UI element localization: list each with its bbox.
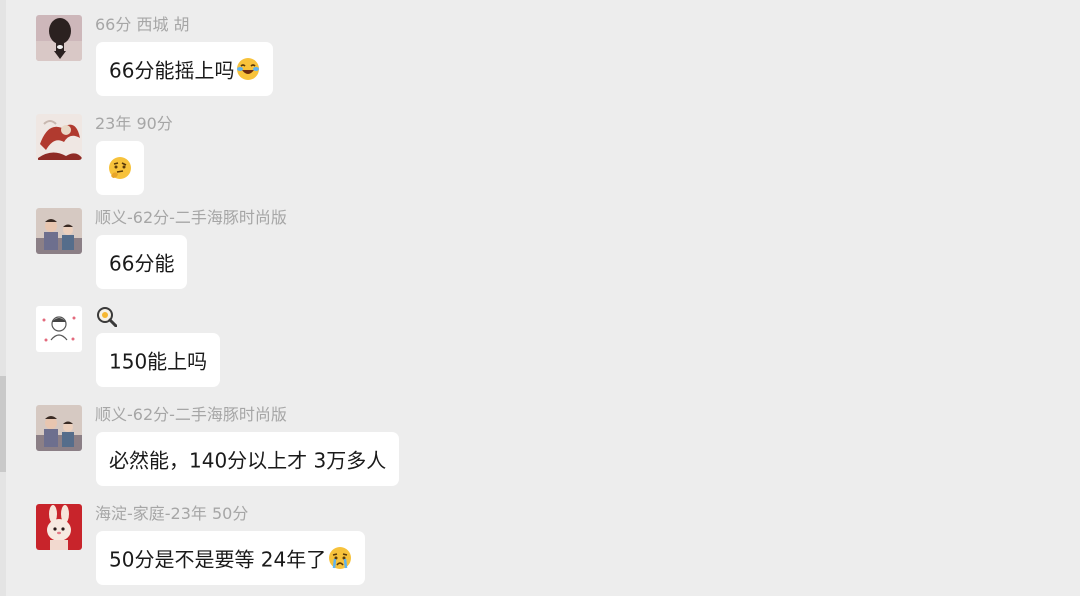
frying-pan-egg-emoji-icon — [95, 305, 117, 327]
chat-window: 66分 西城 胡 66分能摇上吗 23年 90分 顺义-62分-二手海豚时尚版 … — [0, 0, 1080, 596]
avatar[interactable] — [36, 15, 82, 61]
sender-name: 66分 西城 胡 — [95, 15, 190, 34]
message-bubble[interactable]: 66分能摇上吗 — [96, 42, 274, 96]
chat-scrollbar[interactable] — [0, 0, 6, 596]
message-bubble[interactable]: 150能上吗 — [96, 333, 221, 387]
message-text: 必然能，140分以上才 3万多人 — [109, 448, 387, 473]
message-text: 150能上吗 — [109, 349, 208, 374]
sender-name: 顺义-62分-二手海豚时尚版 — [95, 405, 287, 424]
message-text: 66分能摇上吗 — [109, 58, 235, 83]
cartoon-figure-avatar-image — [36, 306, 82, 352]
avatar[interactable] — [36, 504, 82, 550]
family-photo-avatar-image — [36, 208, 82, 254]
scrollbar-thumb[interactable] — [0, 376, 6, 472]
sender-name — [95, 306, 117, 328]
portrait-avatar-image — [36, 15, 82, 61]
family-photo-avatar-image — [36, 405, 82, 451]
message-bubble[interactable]: 66分能 — [96, 235, 188, 289]
sender-name: 海淀-家庭-23年 50分 — [95, 504, 249, 523]
avatar[interactable] — [36, 208, 82, 254]
laughing-crying-emoji-icon — [236, 57, 260, 81]
illustrated-dragon-avatar-image — [36, 114, 82, 160]
rabbit-avatar-image — [36, 504, 82, 550]
message-text: 50分是不是要等 24年了 — [109, 547, 327, 572]
message-bubble[interactable]: 50分是不是要等 24年了 — [96, 531, 366, 585]
message-bubble[interactable] — [96, 141, 144, 195]
avatar[interactable] — [36, 405, 82, 451]
sender-name: 顺义-62分-二手海豚时尚版 — [95, 208, 287, 227]
message-bubble[interactable]: 必然能，140分以上才 3万多人 — [96, 432, 400, 486]
avatar[interactable] — [36, 306, 82, 352]
message-text: 66分能 — [109, 251, 175, 276]
crying-face-emoji-icon — [328, 546, 352, 570]
avatar[interactable] — [36, 114, 82, 160]
thinking-face-emoji-icon — [108, 156, 132, 180]
sender-name: 23年 90分 — [95, 114, 173, 133]
